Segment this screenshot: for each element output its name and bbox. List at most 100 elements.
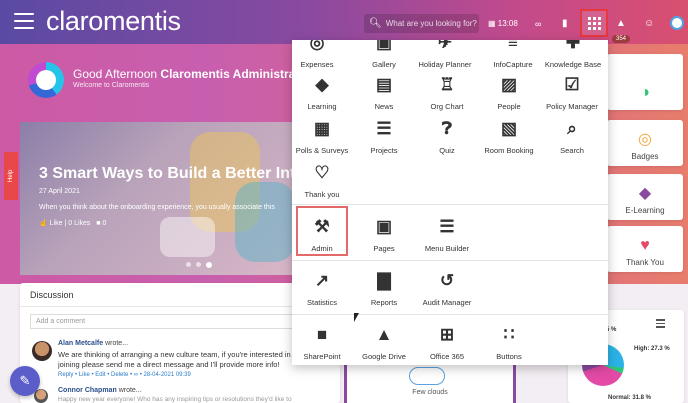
app-label: Thank you [304, 190, 340, 199]
post-text: We are thinking of arranging a new cultu… [58, 350, 291, 369]
checkbox-icon: ☑ [564, 75, 580, 94]
app-pages[interactable]: ▣ Pages [353, 216, 415, 264]
divider [292, 260, 608, 261]
gallery-icon: ▣ [375, 40, 393, 52]
people-icon[interactable]: ☺ [644, 14, 654, 33]
cloud-icon [409, 367, 445, 385]
greeting-name: Claromentis Administrator [160, 67, 312, 81]
app-label: Quiz [439, 146, 455, 155]
apps-menu-button[interactable] [580, 9, 608, 37]
news-banner[interactable]: 3 Smart Ways to Build a Better Intranet … [20, 122, 300, 275]
carousel-dot[interactable] [186, 262, 191, 267]
app-statistics[interactable]: ↗ Statistics [292, 270, 353, 318]
app-reports[interactable]: ▇ Reports [353, 270, 415, 318]
app-label: Gallery [372, 60, 396, 69]
room-booking-icon: ▧ [500, 119, 518, 138]
app-projects[interactable]: ☰ Projects [353, 118, 415, 166]
app-label: Search [560, 146, 584, 155]
org-chart-icon: ♖ [439, 75, 455, 94]
greeting: Good Afternoon Claromentis Administrator [73, 67, 311, 81]
buttons-icon: ∷ [503, 325, 515, 344]
app-room-booking[interactable]: ▧ Room Booking [478, 118, 540, 166]
app-learning[interactable]: ◆ Learning [292, 74, 353, 122]
app-label: Menu Builder [424, 244, 470, 253]
app-office-365[interactable]: ⊞ Office 365 [416, 324, 478, 365]
post-action: wrote... [105, 340, 129, 347]
projects-icon: ☰ [376, 119, 392, 138]
weather-label: Few clouds [412, 389, 448, 396]
app-label: Learning [307, 102, 337, 111]
carousel-dot-active[interactable] [206, 262, 212, 268]
author-link[interactable]: Connor Chapman [58, 387, 117, 394]
app-policy-manager[interactable]: ☑ Policy Manager [541, 74, 603, 122]
app-label: Google Drive [362, 352, 406, 361]
app-sharepoint[interactable]: ■ SharePoint [292, 324, 353, 365]
chart-menu-icon[interactable] [656, 319, 665, 330]
bar-chart-icon: ▇ [377, 271, 391, 290]
app-org-chart[interactable]: ♖ Org Chart [416, 74, 478, 122]
app-label: Holiday Planner [418, 60, 472, 69]
app-label: InfoCapture [493, 60, 533, 69]
menu-icon[interactable] [14, 13, 34, 31]
app-buttons[interactable]: ∷ Buttons [478, 324, 540, 365]
mouse-cursor-icon [354, 313, 359, 322]
app-audit-manager[interactable]: ↺ Audit Manager [416, 270, 478, 318]
app-quiz[interactable]: ❓︎ Quiz [416, 118, 478, 166]
avatar[interactable] [32, 341, 52, 361]
shortcut-card[interactable]: ◑ [607, 54, 683, 110]
comment-input[interactable]: Add a comment [30, 314, 326, 329]
author-link[interactable]: Alan Metcalfe [58, 340, 103, 347]
carousel-dot[interactable] [196, 262, 201, 267]
search-input[interactable] [385, 19, 481, 28]
edit-fab-button[interactable]: ✎ [10, 366, 40, 396]
help-tab[interactable]: Help [4, 152, 18, 200]
app-news[interactable]: ▤ News [353, 74, 415, 122]
divider [292, 314, 608, 315]
app-label: News [374, 102, 394, 111]
app-label: Audit Manager [422, 298, 472, 307]
greeting-prefix: Good Afternoon [73, 67, 158, 81]
app-people[interactable]: ▨ People [478, 74, 540, 122]
app-logo[interactable]: claromentis [46, 6, 181, 37]
divider [292, 204, 608, 205]
app-label: Room Booking [484, 146, 534, 155]
comment-icon[interactable]: ■ [96, 220, 100, 227]
notification-badge: 354 [612, 35, 631, 43]
post-action: wrote... [118, 387, 142, 394]
app-label: Pages [373, 244, 395, 253]
search-icon: 🔍︎ [369, 18, 382, 29]
app-search[interactable]: ⌕ Search [541, 118, 603, 166]
post-actions[interactable]: Reply • Like • Edit • Delete • ∞ • 28-04… [58, 372, 191, 378]
thankyou-card[interactable]: ♥ Thank You [607, 226, 683, 272]
plane-icon: ✈ [437, 40, 453, 52]
badges-card[interactable]: ◎ Badges [607, 120, 683, 166]
app-label: Expenses [300, 60, 334, 69]
bookmark-icon[interactable]: ▮ [562, 14, 568, 33]
app-menu-builder[interactable]: ☰ Menu Builder [416, 216, 478, 264]
elearning-card[interactable]: ◆ E-Learning [607, 174, 683, 220]
discussion-title: Discussion [30, 290, 74, 300]
user-avatar[interactable] [670, 16, 684, 30]
grid-icon [587, 16, 601, 30]
like-button[interactable]: Like [50, 220, 63, 227]
infocapture-icon: ≡ [508, 40, 518, 52]
banner-title[interactable]: 3 Smart Ways to Build a Better Intranet [39, 165, 300, 183]
search-box[interactable]: 🔍︎ [364, 14, 481, 33]
app-label: Statistics [306, 298, 337, 307]
medal-icon: ◎ [638, 131, 652, 148]
accessibility-icon[interactable]: ∞ [535, 14, 541, 33]
app-polls-surveys[interactable]: ▦ Polls & Surveys [292, 118, 353, 166]
app-thank-you[interactable]: ♡ Thank you [292, 162, 353, 210]
line-chart-icon: ↗ [314, 271, 330, 290]
banner-excerpt: When you think about the onboarding expe… [39, 204, 275, 211]
likes-count: 0 Likes [68, 220, 91, 227]
app-google-drive[interactable]: ▲ Google Drive [353, 324, 415, 365]
pages-icon: ▣ [375, 217, 393, 236]
elearning-label: E-Learning [625, 206, 665, 215]
app-admin[interactable]: ⚒ Admin [292, 216, 353, 264]
post-text: Happy new year everyone! Who has any ins… [58, 396, 292, 403]
comments-count: 0 [102, 220, 107, 227]
bell-icon[interactable]: ▲ [616, 14, 626, 33]
app-label: Admin [311, 244, 333, 253]
thumbs-up-icon[interactable]: ☝ [39, 220, 48, 227]
